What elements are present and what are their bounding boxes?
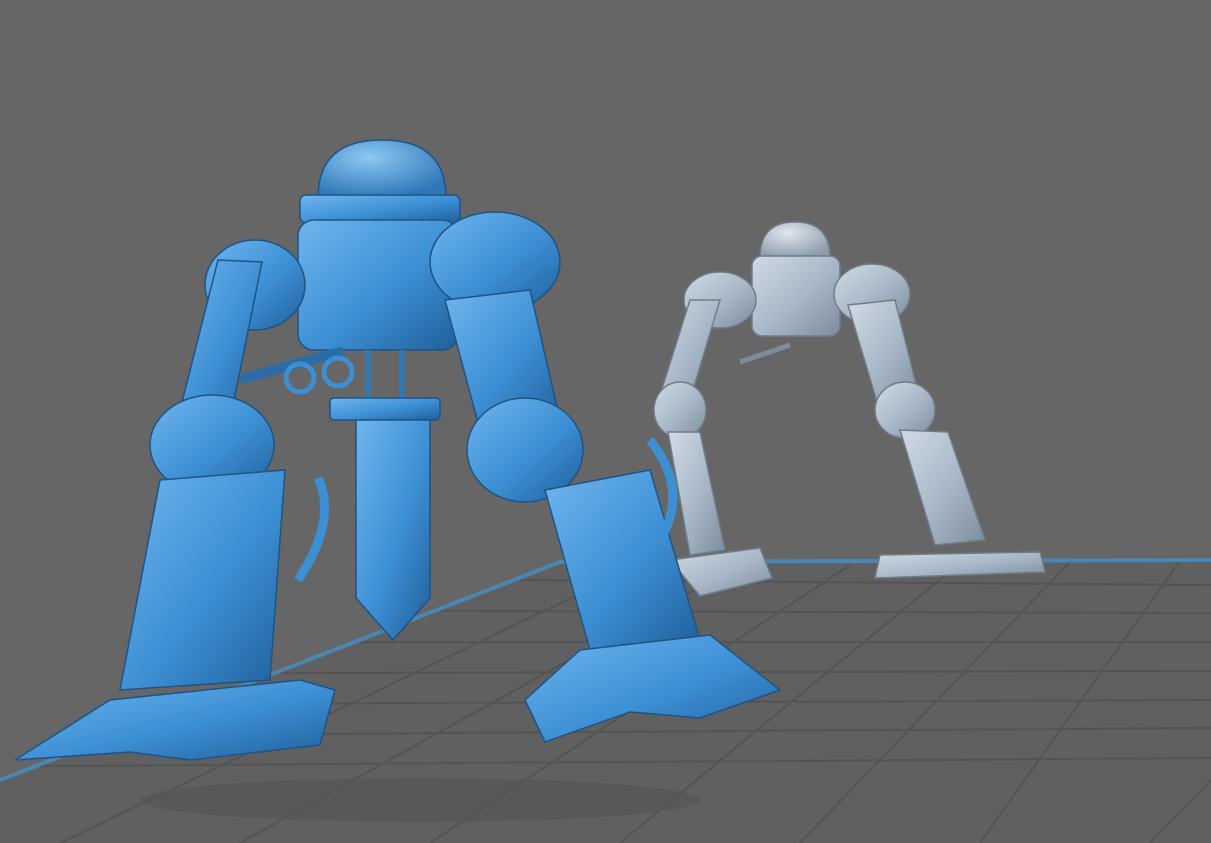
gray-hull (751, 255, 841, 337)
3d-viewport[interactable] (0, 0, 1211, 843)
blue-dome-collar (299, 194, 461, 224)
gray-left-knee (653, 381, 707, 439)
viewport-canvas[interactable] (0, 0, 1211, 843)
blue-hull (297, 219, 459, 351)
blue-banner-bar (329, 397, 441, 421)
blue-banner (355, 419, 431, 642)
model-shadow (140, 778, 700, 822)
